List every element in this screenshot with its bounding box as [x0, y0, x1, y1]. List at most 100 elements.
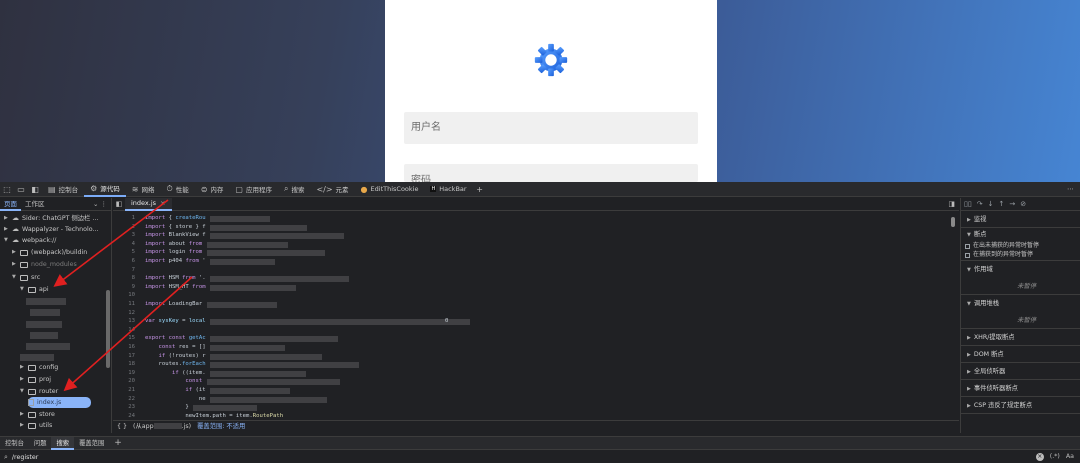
- collapsed-arrow-icon: ▶: [12, 249, 16, 255]
- pause-caught-checkbox[interactable]: 在捕获到的异常时暂停: [961, 250, 1080, 261]
- line-number[interactable]: 2: [113, 224, 135, 230]
- line-number[interactable]: 21: [113, 387, 135, 393]
- code-line: const: [185, 378, 203, 385]
- debugger-section[interactable]: ▶ CSP 违反了规定断点: [961, 397, 1080, 414]
- collapsed-arrow-icon: ▶: [967, 369, 971, 375]
- case-toggle[interactable]: Aa: [1066, 453, 1074, 461]
- devtools-tab-5[interactable]: ▢ 应用程序: [229, 182, 278, 197]
- line-number[interactable]: 5: [113, 249, 135, 255]
- devtools-tab-8[interactable]: ● EditThisCookie: [355, 182, 425, 197]
- devtools-tab-6[interactable]: ⌕ 搜索: [278, 182, 310, 197]
- section-watch[interactable]: ▶ 监视: [961, 211, 1080, 228]
- line-number[interactable]: 3: [113, 232, 135, 238]
- drawer-tab-console[interactable]: 控制台: [0, 437, 29, 450]
- line-number[interactable]: 19: [113, 370, 135, 376]
- code-line: import about from: [145, 240, 203, 247]
- inspect-icon[interactable]: ⬚: [0, 182, 14, 197]
- tree-item[interactable]: ▶ proj: [20, 374, 51, 385]
- tree-item[interactable]: ▶ ☁ Sider: ChatGPT 侧边栏 ...: [4, 213, 98, 224]
- line-number[interactable]: 7: [113, 267, 135, 273]
- line-number[interactable]: 24: [113, 413, 135, 419]
- line-number[interactable]: 13: [113, 318, 135, 324]
- step-over-icon[interactable]: ↷: [977, 200, 983, 208]
- tree-item[interactable]: index.js: [28, 397, 92, 408]
- step-out-icon[interactable]: ↑: [998, 200, 1004, 208]
- line-number[interactable]: 22: [113, 396, 135, 402]
- tree-item[interactable]: ▼ router: [20, 386, 58, 397]
- username-input[interactable]: 用户名: [404, 112, 698, 144]
- line-number[interactable]: 23: [113, 404, 135, 410]
- code-line: import login from: [145, 249, 203, 256]
- line-number[interactable]: 10: [113, 292, 135, 298]
- tree-item[interactable]: ▶ utils: [20, 420, 52, 431]
- line-number[interactable]: 14: [113, 327, 135, 333]
- devtools-tab-0[interactable]: ▤ 控制台: [42, 182, 84, 197]
- tree-item[interactable]: ▼ ☁ webpack://: [4, 235, 56, 246]
- add-tab-icon[interactable]: +: [473, 182, 487, 197]
- line-number[interactable]: 18: [113, 361, 135, 367]
- toggle-navigator-icon[interactable]: ◧: [113, 200, 125, 208]
- close-tab-icon[interactable]: ×: [160, 197, 165, 210]
- line-number[interactable]: 4: [113, 241, 135, 247]
- devtools-tab-2[interactable]: ≋ 网络: [126, 182, 161, 197]
- drawer-tab-coverage[interactable]: 覆盖范围: [74, 437, 109, 450]
- device-toolbar-icon[interactable]: ▭: [14, 182, 28, 197]
- step-icon[interactable]: →: [1009, 200, 1015, 208]
- section-callstack[interactable]: ▼ 调用堆栈: [961, 295, 1080, 312]
- dock-icon[interactable]: ◧: [28, 182, 42, 197]
- debugger-section[interactable]: ▶ DOM 断点: [961, 346, 1080, 363]
- devtools-tab-7[interactable]: </> 元素: [310, 182, 354, 197]
- devtools-tab-1[interactable]: ⚙ 源代码: [84, 182, 126, 197]
- debugger-section[interactable]: ▶ 全局侦听器: [961, 363, 1080, 380]
- tree-item[interactable]: ▼ api: [20, 284, 49, 295]
- line-number[interactable]: 12: [113, 310, 135, 316]
- pretty-print-icon[interactable]: { }: [117, 421, 127, 433]
- tree-item[interactable]: ▶ ☁ Wappalyzer - Technolo...: [4, 224, 99, 235]
- regex-toggle[interactable]: (.*): [1050, 453, 1060, 461]
- pause-uncaught-checkbox[interactable]: 在出未捕获的异常时暂停: [961, 242, 1080, 250]
- line-number[interactable]: 15: [113, 335, 135, 341]
- editor-scrollbar[interactable]: [951, 217, 955, 227]
- line-number[interactable]: 11: [113, 301, 135, 307]
- toggle-debugger-icon[interactable]: ◨: [948, 200, 959, 208]
- folder-icon: [28, 411, 36, 418]
- clear-search-icon[interactable]: ×: [1035, 453, 1044, 461]
- search-input[interactable]: /register: [12, 454, 38, 461]
- tab-workspace[interactable]: 工作区: [21, 198, 49, 211]
- pause-icon[interactable]: ▯▯: [964, 200, 972, 208]
- search-icon: ⌕: [4, 452, 8, 461]
- line-number[interactable]: 17: [113, 353, 135, 359]
- tree-item[interactable]: ▼ src: [12, 272, 40, 283]
- drawer-tab-search[interactable]: 搜索: [51, 436, 75, 450]
- tab-page[interactable]: 页面: [0, 198, 21, 211]
- deactivate-breakpoints-icon[interactable]: ⊘: [1020, 200, 1026, 208]
- line-number[interactable]: 9: [113, 284, 135, 290]
- line-number[interactable]: 20: [113, 378, 135, 384]
- devtools-tab-4[interactable]: ⊜ 内存: [195, 182, 230, 197]
- devtools-tab-3[interactable]: ⏱ 性能: [160, 182, 194, 197]
- drawer-tab-issues[interactable]: 问题: [29, 437, 52, 450]
- section-breakpoints[interactable]: ▼ 断点: [961, 228, 1080, 242]
- tree-item[interactable]: ▶ (webpack)/buildin: [12, 247, 87, 258]
- line-number[interactable]: 8: [113, 275, 135, 281]
- more-menu-icon[interactable]: ⋯: [1067, 182, 1074, 197]
- navigator-scrollbar[interactable]: [106, 290, 110, 368]
- devtools-tab-9[interactable]: H HackBar: [424, 182, 472, 197]
- step-into-icon[interactable]: ↓: [988, 200, 994, 208]
- line-number[interactable]: 16: [113, 344, 135, 350]
- drawer-add-icon[interactable]: +: [109, 438, 127, 448]
- line-number[interactable]: 6: [113, 258, 135, 264]
- debugger-section[interactable]: ▶ 事件侦听器断点: [961, 380, 1080, 397]
- tree-item[interactable]: ▶ config: [20, 362, 58, 373]
- section-scope[interactable]: ▼ 作用域: [961, 261, 1080, 278]
- coverage-label[interactable]: 覆盖范围: 不适用: [197, 421, 245, 433]
- navigator-more-icon[interactable]: ⌄ ⋮: [93, 200, 111, 208]
- tree-item[interactable]: ▶ node_modules: [12, 259, 77, 270]
- password-input[interactable]: 密码: [404, 164, 698, 182]
- debugger-section[interactable]: ▶ XHR/提取断点: [961, 329, 1080, 346]
- tree-item[interactable]: ▶ store: [20, 409, 55, 420]
- editor-tab-index-js[interactable]: index.js ×: [125, 197, 172, 211]
- redacted-block: [30, 332, 58, 339]
- code-view[interactable]: 1 import { createRou 2 import { store } f 3 i…: [113, 211, 959, 420]
- line-number[interactable]: 1: [113, 215, 135, 221]
